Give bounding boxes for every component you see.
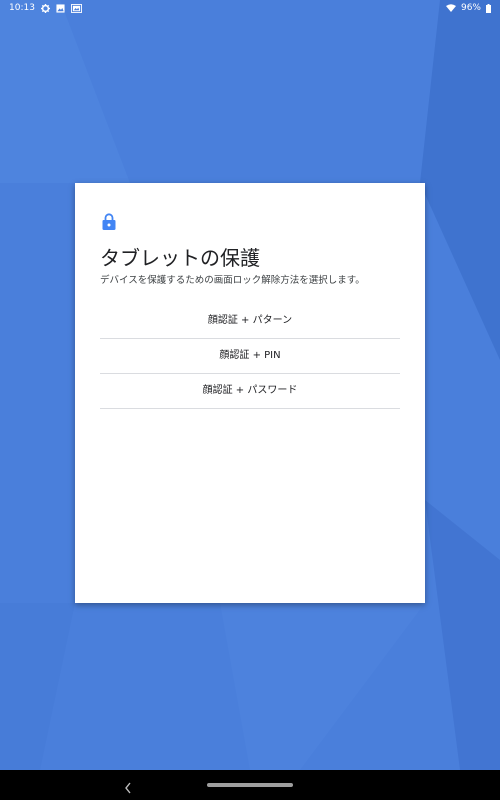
lock-method-list: 顔認証 + パターン 顔認証 + PIN 顔認証 + パスワード [100, 304, 400, 409]
lock-icon [102, 213, 116, 234]
status-bar-right: 96% [445, 0, 491, 16]
navigation-bar [0, 770, 500, 800]
status-bar-left: 10:13 [9, 0, 82, 16]
option-face-password[interactable]: 顔認証 + パスワード [100, 374, 400, 409]
gear-icon [40, 3, 50, 13]
wifi-icon [445, 4, 456, 12]
option-face-pattern[interactable]: 顔認証 + パターン [100, 304, 400, 339]
home-pill[interactable] [207, 783, 293, 787]
option-face-pin[interactable]: 顔認証 + PIN [100, 339, 400, 374]
dialog-subtitle: デバイスを保護するための画面ロック解除方法を選択します。 [100, 275, 365, 286]
status-bar: 10:13 96% [0, 0, 500, 16]
protect-tablet-dialog: タブレットの保護 デバイスを保護するための画面ロック解除方法を選択します。 顔認… [75, 183, 425, 603]
image-icon [56, 3, 65, 13]
dialog-title: タブレットの保護 [100, 246, 260, 270]
clock: 10:13 [9, 3, 35, 13]
gallery-icon [71, 3, 82, 13]
battery-icon [486, 3, 491, 13]
battery-percent: 96% [460, 3, 481, 13]
back-icon[interactable] [124, 779, 132, 798]
